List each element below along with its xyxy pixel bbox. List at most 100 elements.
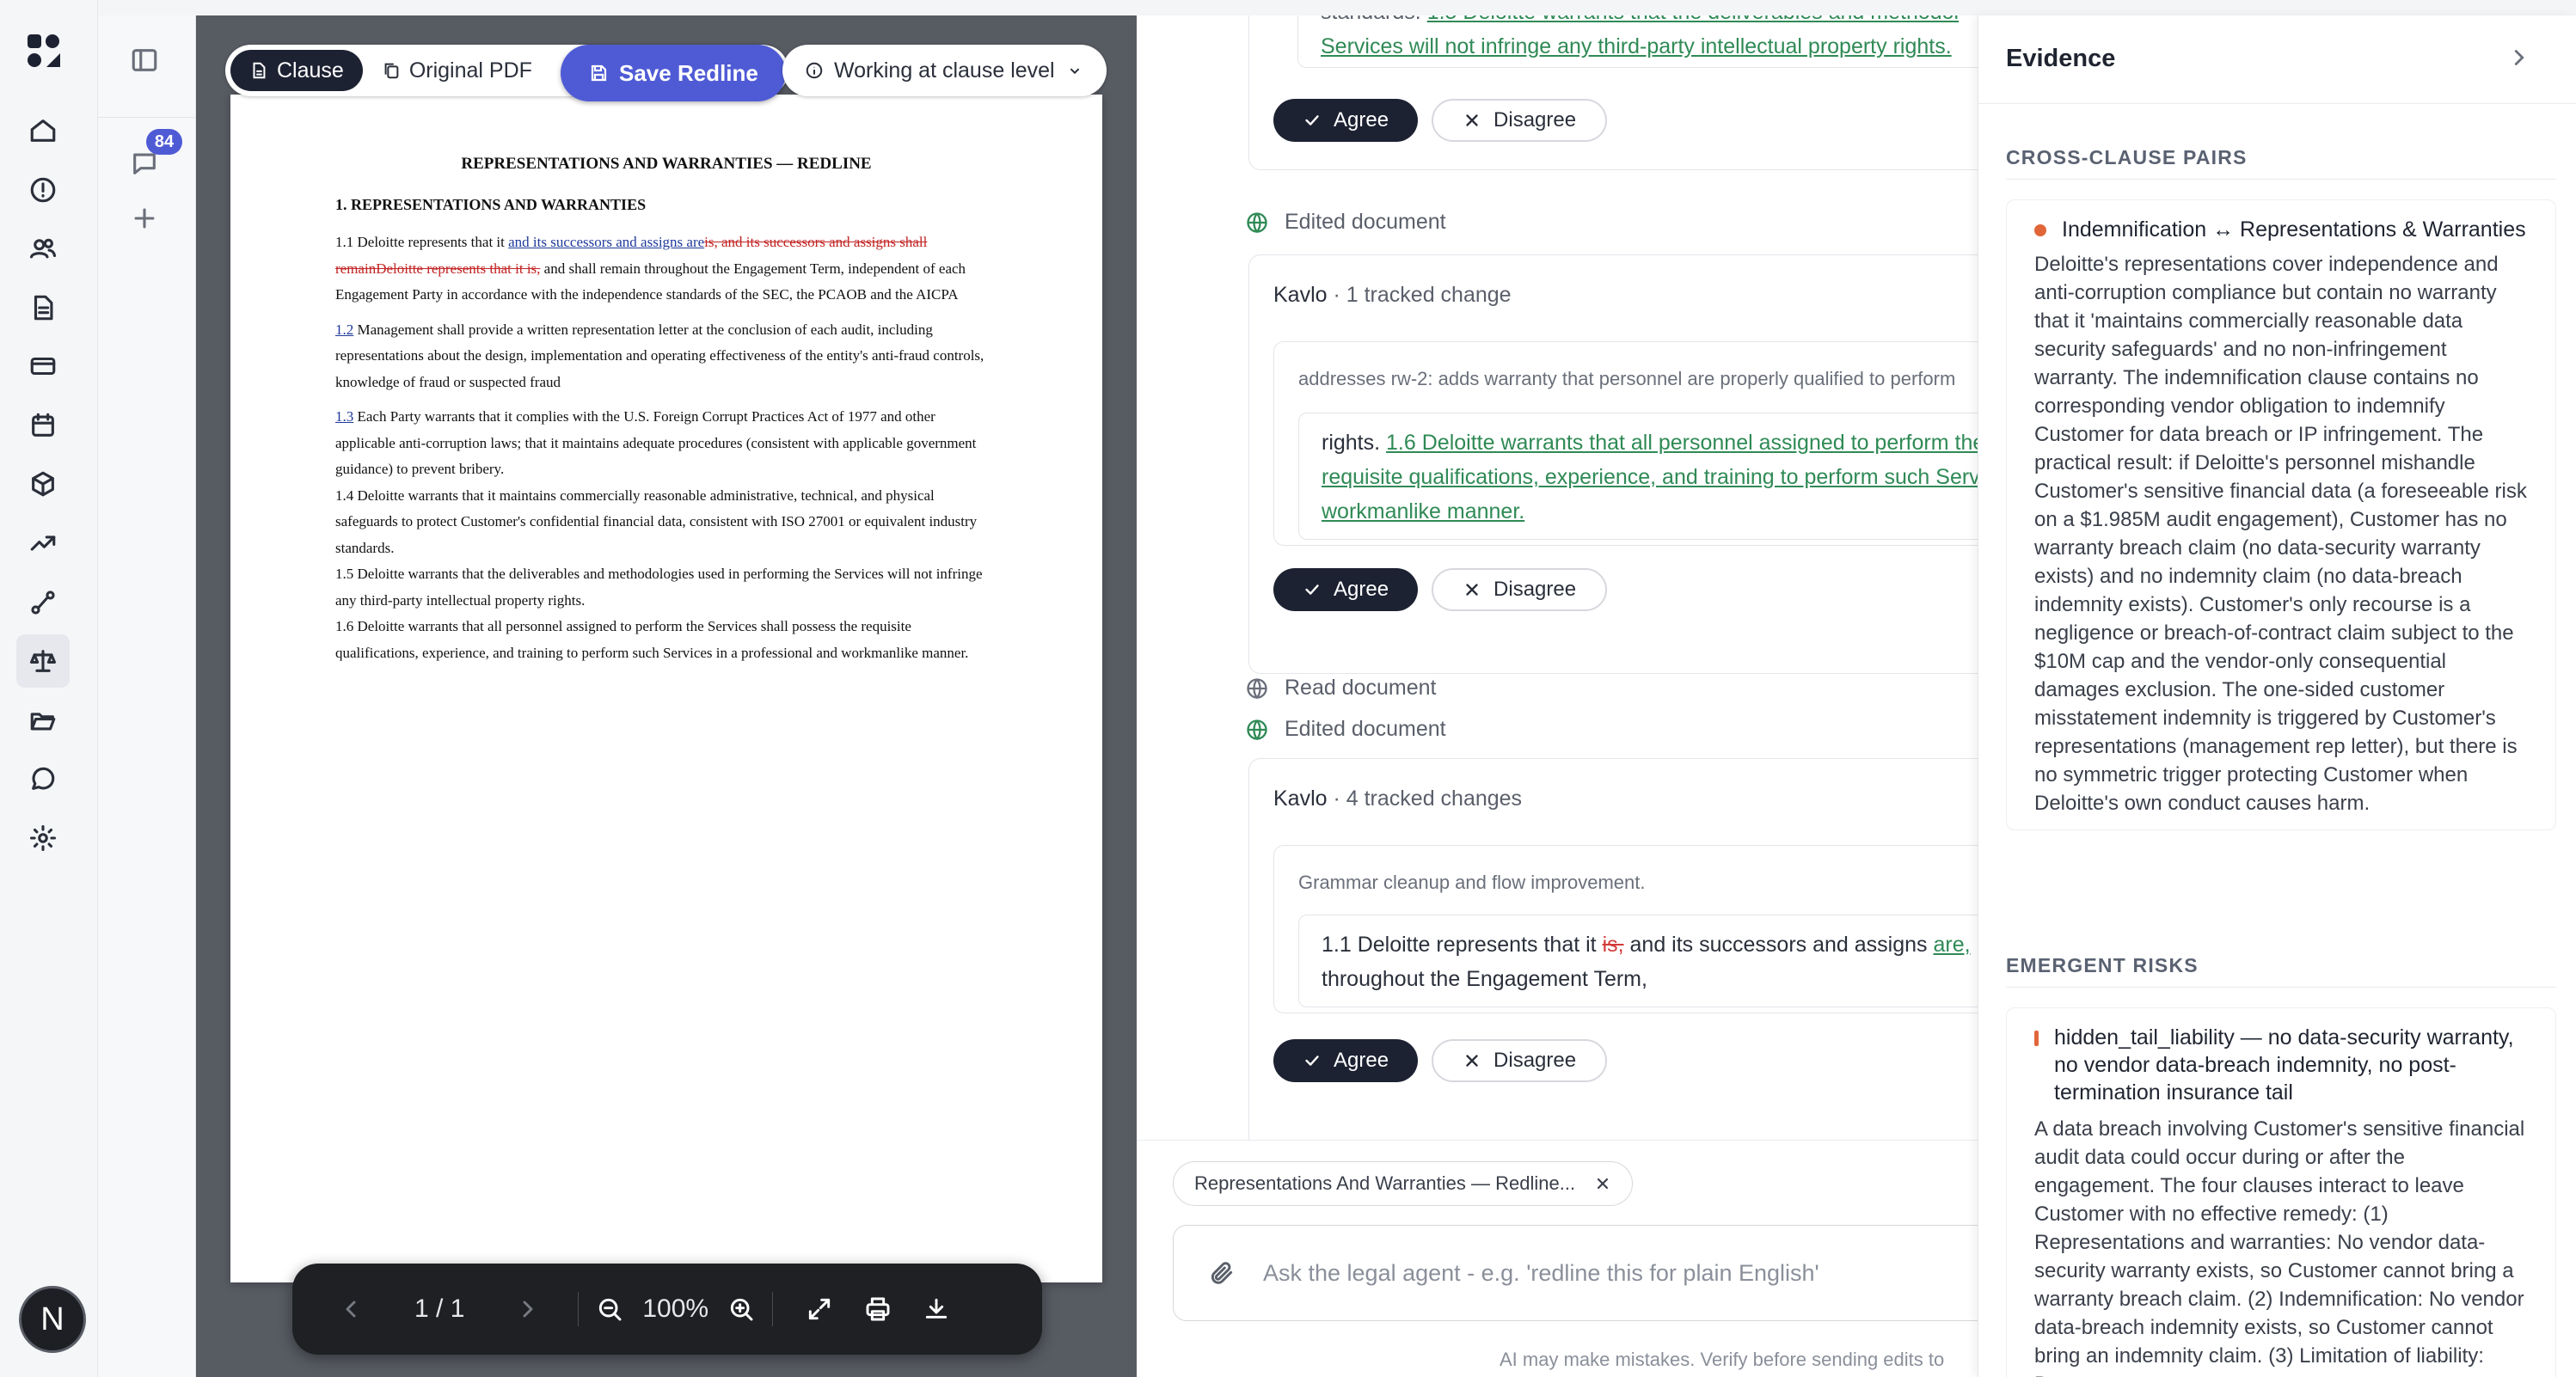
inserted-text: are, [1933, 933, 1971, 957]
nav-alerts[interactable] [25, 172, 61, 208]
add-button[interactable] [126, 199, 163, 237]
nav-legal[interactable] [16, 634, 70, 688]
nav-settings[interactable] [25, 820, 61, 856]
nav-billing[interactable] [25, 348, 61, 384]
working-level-dropdown[interactable]: Working at clause level [782, 45, 1107, 96]
agree-button[interactable]: Agree [1273, 99, 1419, 142]
document-page: REPRESENTATIONS AND WARRANTIES — REDLINE… [230, 95, 1102, 1282]
globe-icon [1247, 677, 1267, 699]
pair-title: Indemnification ↔ Representations & Warr… [2062, 217, 2526, 242]
paperclip-icon[interactable] [1208, 1259, 1236, 1287]
original-pdf-button[interactable]: Original PDF [363, 50, 551, 91]
document-heading: 1. REPRESENTATIONS AND WARRANTIES [335, 196, 647, 213]
users-icon [29, 238, 57, 259]
secondary-rail: 84 [98, 15, 196, 1377]
message-input[interactable] [1263, 1259, 1968, 1287]
emergent-risk-card[interactable]: hidden_tail_liability — no data-security… [2006, 1007, 2556, 1377]
agree-button[interactable]: Agree [1273, 568, 1419, 611]
deleted-text: Deloitte represents that it is, [376, 260, 541, 277]
toggle-sidebar-button[interactable] [126, 41, 163, 79]
file-icon [253, 62, 266, 79]
section-label-cross-clause: CROSS-CLAUSE PAIRS [2006, 146, 2248, 168]
nav-calendar[interactable] [25, 407, 61, 444]
clause-1-4[interactable]: 1.4 Deloitte warrants that it maintains … [335, 483, 997, 562]
nav-packages[interactable] [25, 466, 61, 502]
nav-analytics[interactable] [25, 525, 61, 561]
deleted-text: is, [1602, 933, 1624, 957]
section-label-emergent-risks: EMERGENT RISKS [2006, 954, 2199, 976]
close-icon[interactable] [1594, 1175, 1611, 1192]
zoom-in-button[interactable] [727, 1295, 755, 1323]
inserted-text: workmanlike manner. [1322, 499, 1525, 523]
severity-bar-icon [2034, 1031, 2039, 1046]
agree-button[interactable]: Agree [1273, 1039, 1419, 1082]
file-text-icon [34, 295, 53, 321]
pair-description: Deloitte's representations cover indepen… [2034, 253, 2527, 815]
activity-label: Edited document [1285, 717, 1446, 741]
save-redline-button[interactable]: Save Redline [561, 45, 786, 101]
download-button[interactable] [923, 1295, 950, 1323]
clause-1-5[interactable]: 1.5 Deloitte warrants that the deliverab… [335, 561, 997, 614]
change-snippet: 1.1 Deloitte represents that it is, and … [1298, 915, 1978, 1007]
check-icon [1305, 584, 1319, 595]
message-circle-icon [32, 767, 55, 790]
vote-buttons: Agree Disagree [1273, 1039, 1608, 1082]
save-redline-label: Save Redline [619, 59, 758, 86]
app-logo[interactable] [26, 33, 62, 69]
risk-description: A data breach involving Customer's sensi… [2034, 1117, 2525, 1377]
nav-people[interactable] [25, 230, 61, 266]
nav-messages[interactable] [25, 761, 61, 797]
collapse-evidence-button[interactable] [2506, 45, 2536, 74]
clause-view-button[interactable]: Clause [230, 50, 363, 91]
zoom-level: 100% [642, 1294, 709, 1323]
logo-icon [28, 34, 60, 67]
severity-dot-icon [2034, 224, 2046, 236]
agree-label: Agree [1334, 108, 1389, 132]
evidence-title: Evidence [2006, 45, 2116, 72]
disagree-label: Disagree [1493, 1049, 1577, 1072]
plus-icon [134, 208, 155, 229]
change-rationale: Grammar cleanup and flow improvement. [1298, 872, 1646, 893]
snippet-text: standards. [1321, 15, 1427, 24]
clause-1-1[interactable]: 1.1 Deloitte represents that it and its … [335, 230, 997, 309]
disagree-button[interactable]: Disagree [1432, 568, 1608, 611]
activity-edited-document: Edited document [1245, 210, 1446, 235]
prev-page-button[interactable] [337, 1295, 365, 1323]
route-icon [31, 591, 55, 615]
zoom-out-button[interactable] [596, 1295, 623, 1323]
alert-circle-icon [30, 177, 56, 203]
agent-chat-panel: standards. 1.5 Deloitte warrants that th… [1137, 15, 1978, 1377]
check-icon [1305, 115, 1319, 125]
cross-clause-pair-card[interactable]: Indemnification ↔ Representations & Warr… [2006, 199, 2556, 830]
fullscreen-button[interactable] [806, 1295, 833, 1323]
tracked-change-card-1: Kavlo · 1 tracked change addresses rw-2:… [1248, 254, 1978, 674]
working-level-label: Working at clause level [834, 58, 1055, 83]
chevron-right-icon [2514, 50, 2524, 65]
nav-home[interactable] [25, 113, 61, 149]
agent-name: Kavlo [1273, 786, 1328, 811]
user-avatar[interactable]: N [19, 1286, 86, 1353]
chevron-left-icon [346, 1300, 356, 1318]
nav-workflows[interactable] [25, 584, 61, 621]
disagree-button[interactable]: Disagree [1432, 1039, 1608, 1082]
document-viewer: REPRESENTATIONS AND WARRANTIES — REDLINE… [196, 15, 1137, 1377]
clause-1-6[interactable]: 1.6 Deloitte warrants that all personnel… [335, 614, 997, 666]
context-chip[interactable]: Representations And Warranties — Redline… [1173, 1161, 1634, 1206]
disagree-button[interactable]: Disagree [1432, 99, 1608, 142]
section-divider [2006, 987, 2556, 988]
clause-1-2[interactable]: 1.2 Management shall provide a written r… [335, 317, 997, 396]
tracked-change: Grammar cleanup and flow improvement. 1.… [1273, 845, 1978, 1013]
nav-folders[interactable] [25, 702, 61, 738]
calendar-icon [32, 413, 54, 437]
download-icon [925, 1298, 948, 1319]
nav-documents[interactable] [25, 290, 61, 326]
check-icon [1305, 1056, 1319, 1066]
clause-1-3[interactable]: 1.3 Each Party warrants that it complies… [335, 404, 997, 483]
change-count: · 1 tracked change [1327, 283, 1512, 307]
expand-icon [808, 1298, 831, 1320]
next-page-button[interactable] [514, 1295, 542, 1323]
original-pdf-label: Original PDF [408, 58, 532, 83]
print-button[interactable] [864, 1295, 892, 1323]
message-composer [1173, 1225, 1978, 1321]
agent-name: Kavlo [1273, 283, 1328, 307]
